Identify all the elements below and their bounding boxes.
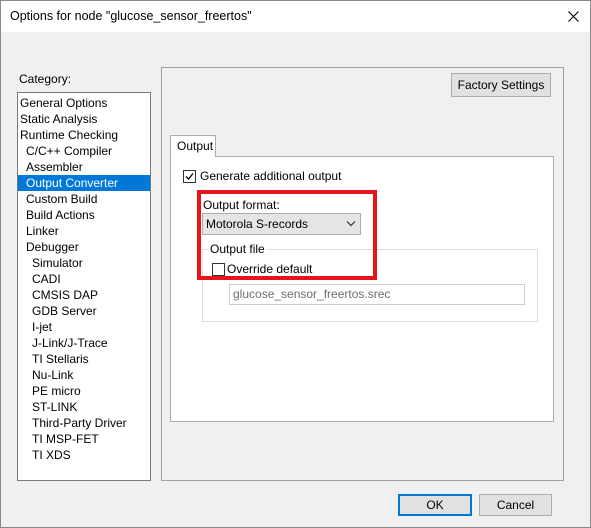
title-bar: Options for node "glucose_sensor_freerto… bbox=[1, 1, 590, 32]
category-item[interactable]: PE micro bbox=[18, 383, 150, 399]
output-format-select[interactable]: Motorola S-records bbox=[202, 213, 361, 235]
category-item[interactable]: Runtime Checking bbox=[18, 127, 150, 143]
output-file-field[interactable]: glucose_sensor_freertos.srec bbox=[229, 284, 525, 305]
category-item[interactable]: Third-Party Driver bbox=[18, 415, 150, 431]
override-default-label[interactable]: Override default bbox=[227, 262, 312, 276]
checkmark-icon bbox=[185, 173, 194, 180]
generate-output-checkbox[interactable] bbox=[183, 170, 196, 183]
category-item[interactable]: TI XDS bbox=[18, 447, 150, 463]
category-item[interactable]: Debugger bbox=[18, 239, 150, 255]
category-item[interactable]: TI Stellaris bbox=[18, 351, 150, 367]
category-item[interactable]: Static Analysis bbox=[18, 111, 150, 127]
category-item[interactable]: Simulator bbox=[18, 255, 150, 271]
category-item[interactable]: CADI bbox=[18, 271, 150, 287]
cancel-button[interactable]: Cancel bbox=[479, 494, 552, 516]
category-item[interactable]: Assembler bbox=[18, 159, 150, 175]
close-icon bbox=[567, 11, 579, 22]
override-default-checkbox[interactable] bbox=[212, 263, 225, 276]
category-item[interactable]: Build Actions bbox=[18, 207, 150, 223]
category-list[interactable]: General Options Static Analysis Runtime Ch… bbox=[17, 92, 151, 481]
category-item[interactable]: I-jet bbox=[18, 319, 150, 335]
category-item[interactable]: C/C++ Compiler bbox=[18, 143, 150, 159]
category-item[interactable]: CMSIS DAP bbox=[18, 287, 150, 303]
category-label: Category: bbox=[19, 72, 72, 86]
tab-output[interactable]: Output bbox=[170, 135, 216, 157]
category-item[interactable]: Output Converter bbox=[18, 175, 150, 191]
output-file-legend: Output file bbox=[208, 242, 267, 256]
close-button[interactable] bbox=[556, 1, 590, 32]
dialog-title: Options for node "glucose_sensor_freerto… bbox=[10, 9, 252, 23]
ok-button[interactable]: OK bbox=[398, 494, 472, 516]
generate-output-label[interactable]: Generate additional output bbox=[200, 169, 341, 183]
output-format-label: Output format: bbox=[203, 198, 280, 212]
chevron-down-icon bbox=[346, 221, 356, 227]
factory-settings-button[interactable]: Factory Settings bbox=[451, 73, 551, 97]
category-item[interactable]: Custom Build bbox=[18, 191, 150, 207]
category-item[interactable]: Linker bbox=[18, 223, 150, 239]
category-item[interactable]: TI MSP-FET bbox=[18, 431, 150, 447]
category-item[interactable]: Nu-Link bbox=[18, 367, 150, 383]
category-item[interactable]: GDB Server bbox=[18, 303, 150, 319]
output-format-value: Motorola S-records bbox=[206, 217, 309, 231]
options-dialog: Options for node "glucose_sensor_freerto… bbox=[0, 0, 591, 528]
category-item[interactable]: ST-LINK bbox=[18, 399, 150, 415]
category-item[interactable]: J-Link/J-Trace bbox=[18, 335, 150, 351]
category-item[interactable]: General Options bbox=[18, 95, 150, 111]
